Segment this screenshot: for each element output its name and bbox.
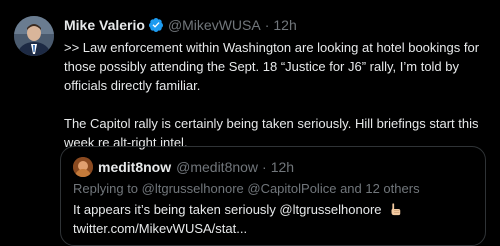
- quoted-tweet[interactable]: medit8now @medit8now · 12h Replying to @…: [60, 146, 486, 246]
- tweet-time[interactable]: 12h: [273, 15, 296, 35]
- tweet-header: Mike Valerio @MikevWUSA · 12h: [64, 15, 297, 35]
- replying-prefix: Replying to: [73, 181, 139, 196]
- pointing-hand-emoji-icon: [391, 203, 400, 216]
- quoted-tweet-text: It appears it’s being taken seriously @l…: [73, 200, 473, 238]
- author-avatar[interactable]: [14, 16, 54, 56]
- quoted-author-name[interactable]: medit8now: [98, 159, 171, 175]
- quoted-link[interactable]: twitter.com/MikevWUSA/stat...: [73, 221, 247, 236]
- quoted-header-separator: ·: [262, 159, 267, 175]
- quoted-text: It appears it’s being taken seriously @l…: [73, 202, 382, 217]
- tweet-text-paragraph-1: >> Law enforcement within Washington are…: [64, 40, 480, 93]
- replying-suffix: and 12 others: [340, 181, 420, 196]
- author-handle[interactable]: @MikevWUSA: [168, 15, 261, 35]
- replying-mentions[interactable]: @ltgrusselhonore @CapitolPolice: [142, 181, 337, 196]
- quoted-author-avatar-image: [73, 157, 93, 177]
- quoted-author-handle[interactable]: @medit8now: [176, 159, 258, 175]
- tweet[interactable]: Mike Valerio @MikevWUSA · 12h >> Law enf…: [0, 0, 500, 246]
- author-name[interactable]: Mike Valerio: [64, 15, 145, 35]
- replying-to-line: Replying to @ltgrusselhonore @CapitolPol…: [73, 180, 420, 198]
- author-avatar-image: [14, 16, 54, 56]
- header-separator: ·: [264, 17, 270, 33]
- quoted-tweet-time[interactable]: 12h: [271, 159, 294, 175]
- verified-badge-icon: [148, 18, 163, 32]
- quoted-tweet-header: medit8now @medit8now · 12h: [73, 157, 294, 177]
- quoted-author-avatar: [73, 157, 93, 177]
- tweet-text: >> Law enforcement within Washington are…: [64, 38, 492, 152]
